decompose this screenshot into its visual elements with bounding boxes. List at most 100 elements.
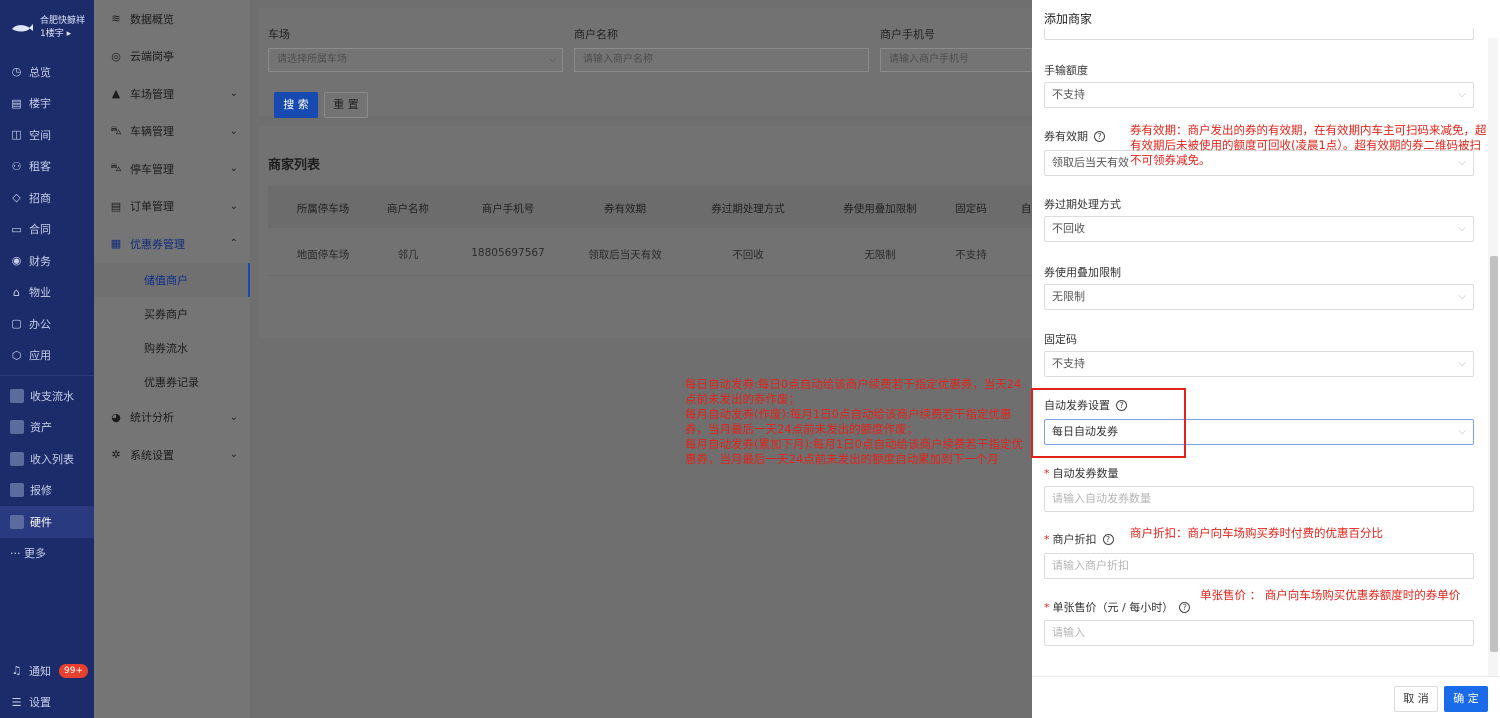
confirm-button[interactable]: 确 定 [1444, 686, 1488, 712]
submenu-item[interactable]: ▲ 车场管理 ⌄ [94, 75, 250, 113]
nav-item[interactable]: ▭ 合同 [0, 214, 94, 246]
notice-count-badge: 99+ [59, 663, 88, 678]
nav-app-item[interactable]: 资产 [0, 412, 94, 444]
scrollbar-thumb[interactable] [1490, 256, 1498, 652]
discount-annotation: 商户折扣：商户向车场购买券时付费的优惠百分比 [1130, 526, 1383, 540]
submenu-item[interactable]: ⛍ 车辆管理 ⌄ [94, 113, 250, 151]
nav-item[interactable]: ◉ 财务 [0, 245, 94, 277]
table-cell: 地面停车场 [296, 249, 350, 261]
nav-item[interactable]: ⌂ 物业 [0, 277, 94, 309]
nav-item-label: 招商 [29, 191, 51, 205]
filter-panel: 车场 请选择所属车场 ⌵ 商户名称 请输入商户名称 商户手机号 请输入商户手机号… [258, 8, 1032, 118]
fixed-code-select[interactable]: 不支持 ⌵ [1044, 351, 1474, 377]
nav-item[interactable]: ◷ 总览 [0, 56, 94, 88]
nav-app-item[interactable]: 收入列表 [0, 443, 94, 475]
nav-icon: ⬡ [11, 348, 22, 362]
discount-input[interactable]: 请输入商户折扣 [1044, 553, 1474, 579]
cancel-button[interactable]: 取 消 [1394, 686, 1438, 712]
expire-handling-label: 券过期处理方式 [1044, 198, 1121, 211]
drawer-title: 添加商家 [1044, 12, 1093, 26]
nav-item-settings[interactable]: ☰ 设置 [0, 687, 94, 718]
help-icon[interactable]: ? [1102, 533, 1114, 545]
whale-logo-icon [10, 20, 34, 36]
nav-item-label: 应用 [29, 349, 51, 363]
nav-item-label: 楼宇 [29, 97, 51, 111]
submenu-label: 数据概览 [130, 12, 174, 26]
main-content: 车场 请选择所属车场 ⌵ 商户名称 请输入商户名称 商户手机号 请输入商户手机号… [250, 0, 1032, 718]
submenu-child-item[interactable]: 买券商户 [94, 297, 250, 331]
merchant-name-input[interactable]: 请输入商户名称 [574, 48, 869, 72]
submenu-child-item[interactable]: 购券流水 [94, 331, 250, 365]
nav-item[interactable]: ▢ 办公 [0, 308, 94, 340]
chevron-down-icon: ⌵ [1458, 358, 1466, 369]
nav-item-label: 通知 [29, 664, 51, 678]
app-square-icon [10, 514, 24, 529]
nav-divider [0, 375, 94, 376]
table-cell: 邻几 [397, 249, 419, 261]
menu-icon: ☰ [11, 695, 22, 709]
nav-item-more[interactable]: ··· 更多 [0, 538, 94, 570]
highlight-box [1031, 388, 1186, 458]
lot-select[interactable]: 请选择所属车场 ⌵ [268, 48, 563, 72]
nav-item[interactable]: ◫ 空间 [0, 119, 94, 151]
nav-item-label: 收入列表 [30, 452, 74, 466]
submenu-label: 云端岗亭 [130, 50, 174, 64]
nav-icon: ⌂ [13, 285, 20, 299]
expire-handling-select[interactable]: 不回收 ⌵ [1044, 216, 1474, 242]
chevron-down-icon: ⌵ [1458, 291, 1466, 302]
manual-quota-select[interactable]: 不支持 ⌵ [1044, 82, 1474, 108]
nav-item-notice[interactable]: ♫ 通知 99+ [0, 655, 94, 687]
submenu-icon: ◎ [111, 49, 121, 63]
submenu-label: 车场管理 [130, 87, 174, 101]
building-name: 1楼宇 [40, 29, 64, 39]
help-icon[interactable]: ? [1094, 130, 1105, 142]
submenu-item[interactable]: ✲ 系统设置 ⌄ [94, 436, 250, 474]
nav-item-label: 报修 [30, 484, 52, 498]
nav-app-item[interactable]: 硬件 [0, 506, 94, 538]
submenu-item[interactable]: ◎ 云端岗亭 [94, 38, 250, 76]
expand-arrow-icon: ▸ [66, 29, 72, 39]
submenu-item[interactable]: ≋ 数据概览 [94, 0, 250, 38]
nav-item[interactable]: ▤ 楼宇 [0, 88, 94, 120]
brand-switcher[interactable]: 合肥快鲸祥 1楼宇 ▸ [0, 0, 94, 56]
auto-issue-qty-input[interactable]: 请输入自动发券数量 [1044, 486, 1474, 512]
nav-item-label: 硬件 [30, 515, 52, 529]
unit-price-input[interactable]: 请输入 [1044, 620, 1474, 646]
nav-item[interactable]: ⚇ 租客 [0, 151, 94, 183]
table-cell: 不支持 [955, 249, 987, 261]
submenu-icon: ⛍ [110, 123, 122, 137]
column-header: 券过期处理方式 [711, 203, 785, 215]
submenu-item[interactable]: ⛍ 停车管理 ⌄ [94, 150, 250, 188]
submenu-child-item[interactable]: 优惠券记录 [94, 365, 250, 399]
chevron-icon: ⌄ [229, 163, 238, 175]
nav-item[interactable]: ⬡ 应用 [0, 340, 94, 372]
app-square-icon [10, 483, 24, 498]
submenu-item[interactable]: ◕ 统计分析 ⌄ [94, 399, 250, 437]
nav-item-label: 租客 [29, 160, 51, 174]
submenu-child-item[interactable]: 储值商户 [94, 262, 250, 297]
stack-limit-select[interactable]: 无限制 ⌵ [1044, 284, 1474, 310]
column-header: 所属停车场 [296, 203, 350, 215]
submenu-item[interactable]: ▦ 优惠券管理 ⌃ [94, 225, 250, 263]
nav-item-label: 财务 [29, 254, 51, 268]
bell-icon: ♫ [11, 664, 22, 678]
nav-item[interactable]: ◇ 招商 [0, 182, 94, 214]
brand-title: 合肥快鲸祥 [40, 16, 86, 26]
validity-annotation: 券有效期：商户发出的券的有效期，在有效期内车主可扫码来减免，超有效期后未被使用的… [1130, 123, 1487, 167]
nav-app-item[interactable]: 报修 [0, 475, 94, 507]
table-row[interactable]: 地面停车场 邻几 18805697567 领取后当天有效 不回收 无限制 不支持 [268, 230, 1032, 276]
merchant-list-panel: 商家列表 所属停车场 商户名称 商户手机号 券有效期 券过期处理方式 券使用叠加限制 固定码… [258, 126, 1032, 338]
main-nav: 合肥快鲸祥 1楼宇 ▸ ◷ 总览 ▤ 楼宇 ◫ 空间 ⚇ 租客 ◇ 招商 ▭ 合同 ◉ 财务 ⌂ 物业 ▢ 办公 ⬡… [0, 0, 94, 718]
column-header: 自 [1021, 203, 1032, 215]
reset-button[interactable]: 重 置 [324, 92, 368, 118]
search-button[interactable]: 搜 索 [274, 92, 318, 118]
app-square-icon [10, 388, 24, 403]
submenu-item[interactable]: ▤ 订单管理 ⌄ [94, 188, 250, 226]
merchant-phone-input[interactable]: 请输入商户手机号 [880, 48, 1032, 72]
help-icon[interactable]: ? [1179, 601, 1191, 613]
submenu-icon: ✲ [111, 448, 121, 462]
nav-item-label: 总览 [29, 65, 51, 79]
submenu-label: 订单管理 [130, 200, 174, 214]
table-cell: 不回收 [732, 249, 764, 261]
nav-app-item[interactable]: 收支流水 [0, 380, 94, 412]
